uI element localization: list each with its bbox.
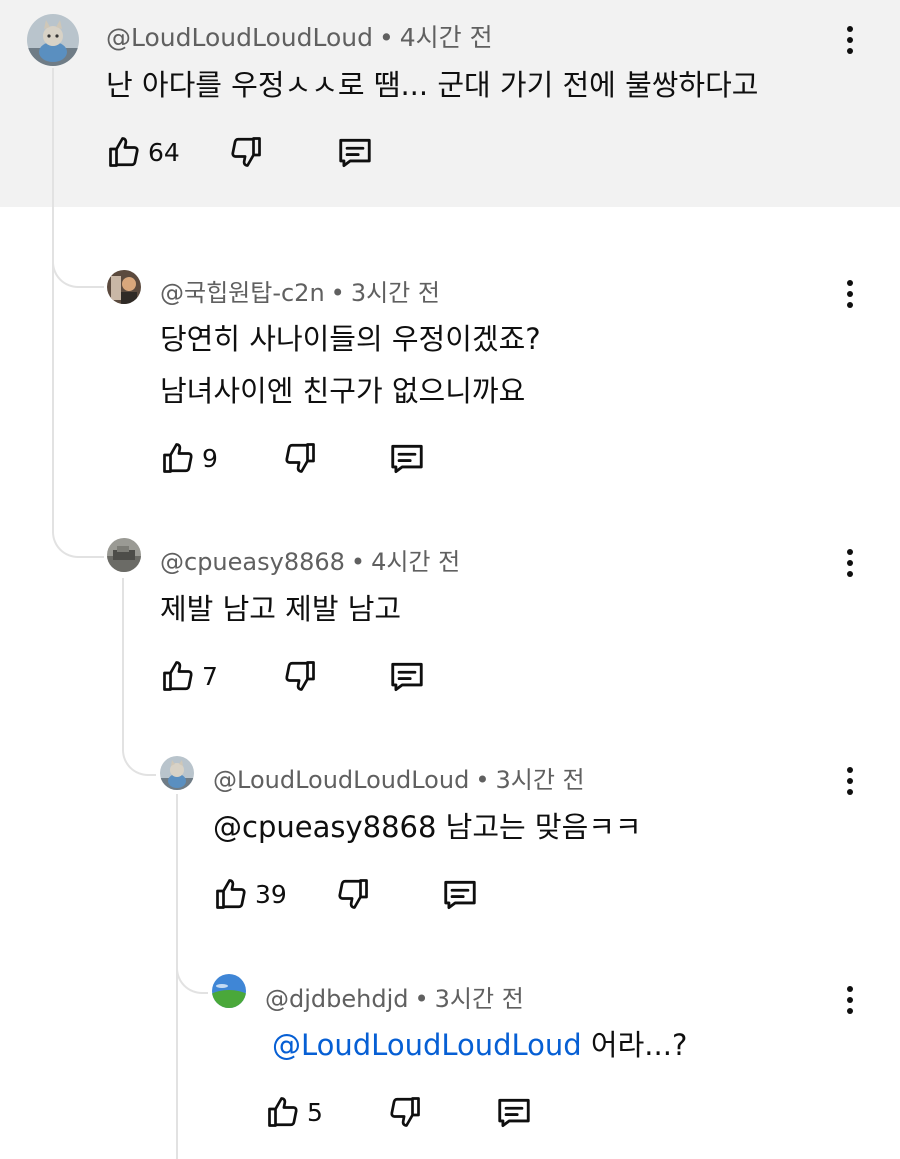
comment-time: 3시간 전 [434, 985, 524, 1013]
mention-link[interactable]: @LoudLoudLoudLoud [272, 1028, 582, 1062]
thumbs-down-icon [285, 443, 315, 473]
thumbs-up-icon [163, 443, 193, 473]
author-handle[interactable]: @cpueasy8868 [160, 548, 345, 576]
reply-button[interactable] [495, 1094, 533, 1132]
like-count: 5 [307, 1097, 323, 1127]
more-options-icon[interactable] [838, 543, 862, 583]
comment-meta: @LoudLoudLoudLoud • 4시간 전 [106, 18, 493, 54]
photo-avatar-icon[interactable] [107, 538, 141, 572]
author-handle[interactable]: @국힙원탑-c2n [160, 279, 325, 307]
comment-actions: 7 [160, 658, 460, 698]
comment-meta: @djdbehdjd • 3시간 전 [265, 979, 524, 1014]
reply-button[interactable] [441, 876, 479, 914]
cat-avatar-icon[interactable] [160, 756, 194, 790]
reply-button[interactable] [336, 134, 374, 172]
like-count: 39 [255, 879, 287, 909]
comment-text-line: 남녀사이엔 친구가 없으니까요 [160, 374, 526, 408]
thumbs-up-icon [268, 1097, 298, 1127]
like-button[interactable]: 9 [160, 440, 218, 476]
comment-text: @LoudLoudLoudLoud 어라...? [272, 1022, 687, 1064]
thread-connector [176, 940, 208, 994]
separator-dot: • [350, 548, 366, 576]
author-handle[interactable]: @djdbehdjd [265, 985, 408, 1013]
comment-meta: @LoudLoudLoudLoud • 3시간 전 [213, 760, 585, 795]
dislike-button[interactable] [335, 876, 371, 912]
comment-text: 난 아다를 우정ㅅㅅ로 땜... 군대 가기 전에 불쌍하다고 [106, 68, 759, 102]
person-avatar-icon[interactable] [107, 270, 141, 304]
comment-time: 3시간 전 [495, 766, 585, 794]
separator-dot: • [475, 766, 490, 794]
reply-icon [391, 444, 423, 474]
comment-actions: 5 [265, 1094, 565, 1134]
more-options-icon[interactable] [838, 980, 862, 1020]
comment-text-rest: 어라...? [581, 1028, 688, 1062]
comment-time: 3시간 전 [350, 279, 440, 307]
cat-avatar-icon[interactable] [27, 14, 79, 66]
thumbs-up-icon [109, 137, 139, 167]
comment-text: @cpueasy8868 남고는 맞음ㅋㅋ [213, 810, 642, 844]
comment-meta: @cpueasy8868 • 4시간 전 [160, 542, 460, 577]
author-handle[interactable]: @LoudLoudLoudLoud [106, 23, 373, 52]
thread-line [122, 578, 124, 728]
landscape-avatar-icon[interactable] [212, 974, 246, 1008]
like-button[interactable]: 5 [265, 1094, 323, 1130]
comment-meta: @국힙원탑-c2n • 3시간 전 [160, 273, 440, 308]
thumbs-down-icon [285, 661, 315, 691]
reply-icon [498, 1098, 530, 1128]
like-count: 64 [148, 137, 180, 167]
like-button[interactable]: 7 [160, 658, 218, 694]
dislike-button[interactable] [387, 1094, 423, 1130]
like-button[interactable]: 39 [213, 876, 287, 912]
reply-icon [339, 138, 371, 168]
comment-text: 제발 남고 제발 남고 [160, 592, 402, 626]
reply-button[interactable] [388, 440, 426, 478]
comment-actions: 64 [106, 134, 406, 174]
comment-text-line: 당연히 사나이들의 우정이겠죠? [160, 322, 541, 356]
like-count: 7 [202, 661, 218, 691]
thumbs-down-icon [390, 1097, 420, 1127]
thread-line [52, 68, 54, 508]
thread-connector [122, 720, 156, 776]
dislike-button[interactable] [228, 134, 264, 170]
reply-icon [391, 662, 423, 692]
more-options-icon[interactable] [838, 274, 862, 314]
comment-time: 4시간 전 [371, 548, 461, 576]
separator-dot: • [379, 23, 394, 52]
comment-time: 4시간 전 [399, 23, 493, 52]
separator-dot: • [330, 279, 345, 307]
like-button[interactable]: 64 [106, 134, 180, 170]
thumbs-up-icon [163, 661, 193, 691]
reply-button[interactable] [388, 658, 426, 696]
separator-dot: • [414, 985, 429, 1013]
thumbs-up-icon [216, 879, 246, 909]
comment-actions: 39 [213, 876, 513, 916]
more-options-icon[interactable] [838, 761, 862, 801]
thread-connector [52, 500, 104, 558]
comment-actions: 9 [160, 440, 460, 480]
like-count: 9 [202, 443, 218, 473]
reply-icon [444, 880, 476, 910]
thumbs-down-icon [231, 137, 261, 167]
author-handle[interactable]: @LoudLoudLoudLoud [213, 766, 469, 794]
dislike-button[interactable] [282, 440, 318, 476]
thumbs-down-icon [338, 879, 368, 909]
dislike-button[interactable] [282, 658, 318, 694]
more-options-icon[interactable] [838, 20, 862, 60]
thread-connector [52, 228, 104, 288]
